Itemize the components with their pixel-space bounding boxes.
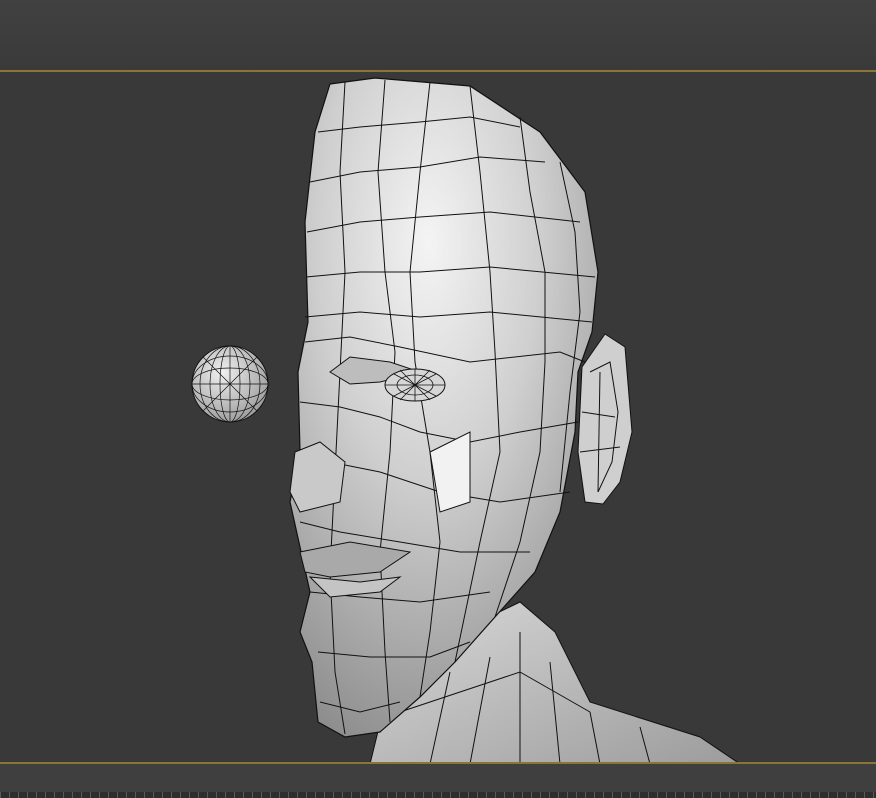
toolbar-area	[0, 0, 876, 70]
eyeball-sphere-mesh[interactable]	[191, 345, 269, 423]
app-window	[0, 0, 876, 798]
3d-viewport[interactable]	[0, 70, 876, 764]
viewport-canvas[interactable]	[0, 72, 876, 764]
ear-mesh[interactable]	[577, 333, 633, 505]
timeline-bar[interactable]	[0, 764, 876, 798]
eye-mesh[interactable]	[384, 368, 446, 402]
timeline-ruler[interactable]	[0, 792, 876, 798]
